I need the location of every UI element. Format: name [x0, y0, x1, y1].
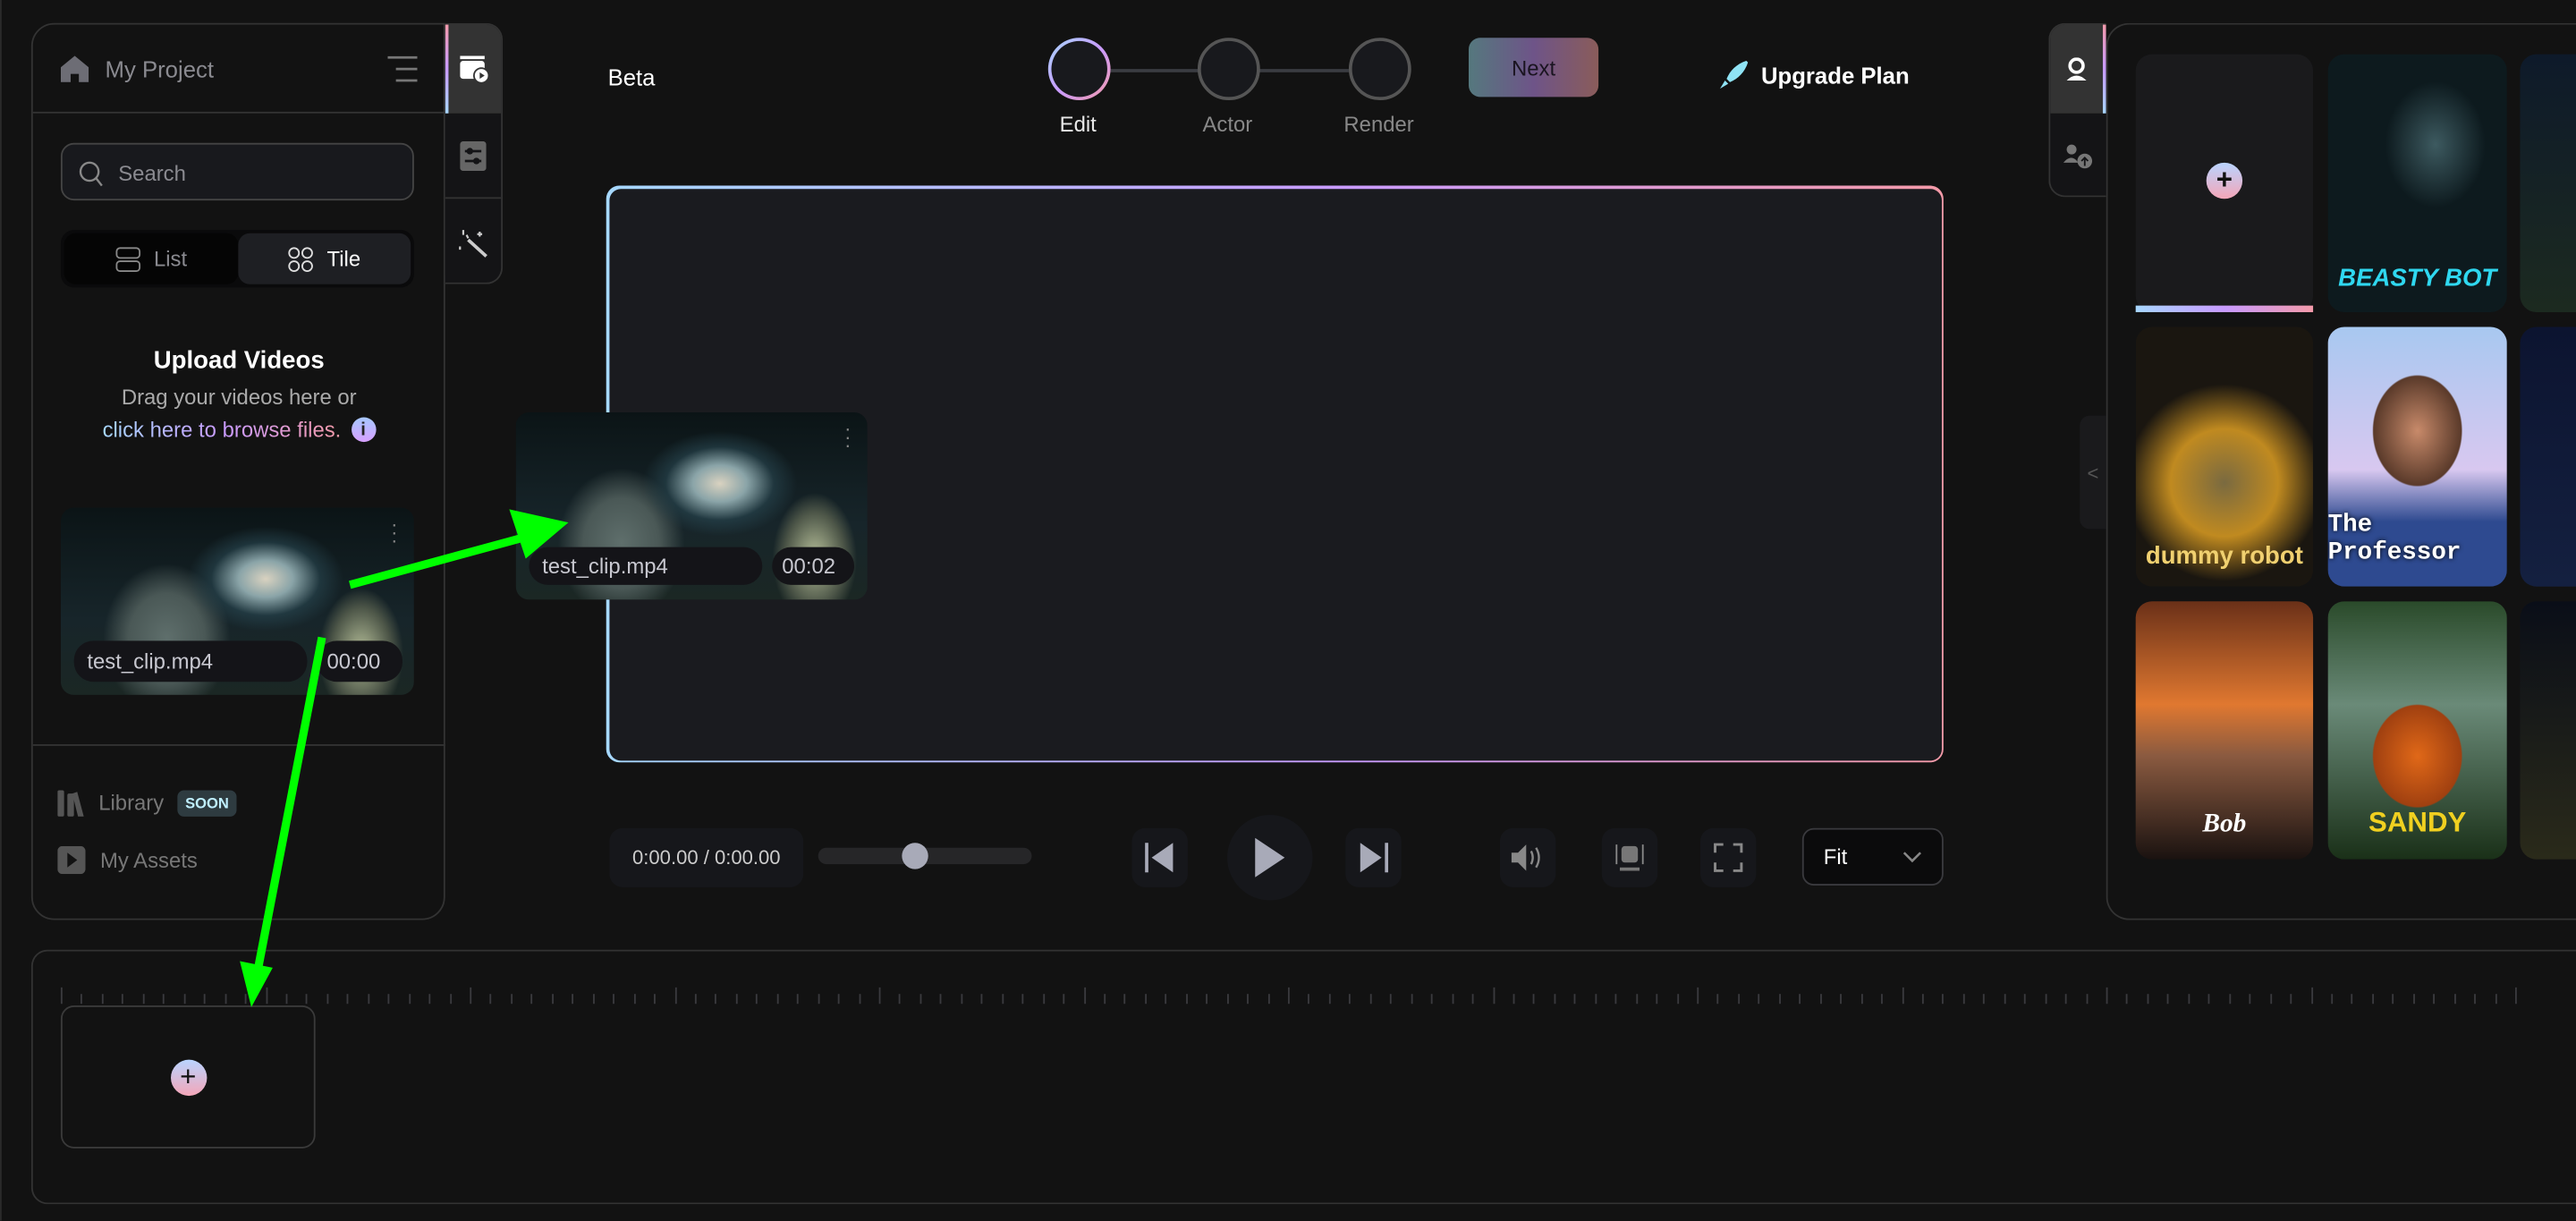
drag-annotation-arrows	[240, 509, 569, 1007]
